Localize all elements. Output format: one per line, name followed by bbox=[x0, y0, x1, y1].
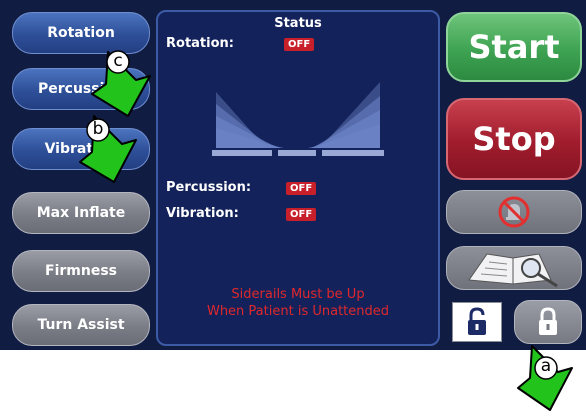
start-button[interactable]: Start bbox=[446, 12, 582, 82]
warning-line-2: When Patient is Unattended bbox=[206, 304, 390, 319]
start-button-label: Start bbox=[468, 28, 560, 66]
rotation-status-badge: OFF bbox=[284, 38, 315, 51]
bed-rotation-graphic bbox=[212, 82, 384, 156]
turn-assist-button[interactable]: Turn Assist bbox=[12, 304, 150, 346]
alarm-silence-button[interactable] bbox=[446, 190, 582, 234]
percussion-status-label: Percussion: bbox=[166, 180, 252, 195]
callout-letter-b: b bbox=[92, 119, 104, 139]
alarm-silenced-icon bbox=[498, 196, 530, 228]
lock-icon bbox=[539, 307, 557, 335]
vibration-status-label: Vibration: bbox=[166, 206, 239, 221]
warning-line-1: Siderails Must be Up bbox=[231, 287, 365, 302]
unlock-icon bbox=[468, 307, 486, 335]
rotation-status-label: Rotation: bbox=[166, 36, 234, 51]
siderail-warning: Siderails Must be Up When Patient is Una… bbox=[158, 286, 438, 320]
turn-assist-button-label: Turn Assist bbox=[37, 317, 125, 333]
callout-arrow-a bbox=[517, 345, 573, 411]
unlock-button[interactable] bbox=[452, 302, 502, 342]
max-inflate-button[interactable]: Max Inflate bbox=[12, 192, 150, 234]
status-title: Status bbox=[274, 16, 322, 31]
firmness-button-label: Firmness bbox=[45, 263, 117, 279]
stop-button-label: Stop bbox=[472, 120, 556, 158]
stop-button[interactable]: Stop bbox=[446, 98, 582, 180]
callout-letter-c: c bbox=[113, 51, 123, 71]
manual-button[interactable] bbox=[446, 246, 582, 290]
status-panel: Status Rotation: OFF Percussion: OFF Vib… bbox=[156, 10, 440, 346]
firmness-button[interactable]: Firmness bbox=[12, 250, 150, 292]
max-inflate-button-label: Max Inflate bbox=[36, 205, 126, 221]
manual-search-icon bbox=[468, 253, 558, 288]
percussion-status-badge: OFF bbox=[286, 182, 317, 195]
callout-arrow-b bbox=[79, 115, 137, 183]
rotation-button-label: Rotation bbox=[47, 25, 115, 41]
vibration-status-badge: OFF bbox=[286, 208, 317, 221]
lock-button[interactable] bbox=[514, 300, 582, 344]
callout-letter-a: a bbox=[540, 356, 552, 376]
